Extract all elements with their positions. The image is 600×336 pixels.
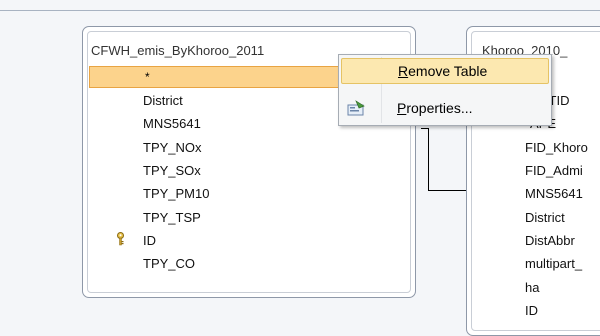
menu-item-label: Remove Table [398,63,488,79]
relationship-line-h1 [421,128,429,129]
menu-item-properties[interactable]: Properties... [341,96,549,122]
field-ha[interactable]: ha [525,280,539,295]
field-fid-admin[interactable]: FID_Admi [525,163,583,178]
field-tpy-sox[interactable]: TPY_SOx [143,163,201,178]
field-mns5641[interactable]: MNS5641 [143,116,201,131]
key-icon [117,232,124,246]
context-menu: Remove Table Properties... [338,54,552,126]
field-district[interactable]: District [525,210,565,225]
properties-icon [347,100,365,116]
field-district[interactable]: District [143,93,183,108]
field-tpy-nox[interactable]: TPY_NOx [143,140,202,155]
field-row-all[interactable] [89,66,341,88]
relationship-line-v [428,128,429,190]
table-title[interactable]: CFWH_emis_ByKhoroo_2011 [91,43,264,65]
field-all-label: * [145,70,150,84]
workspace-top-border [0,10,600,11]
menu-item-label: Properties... [397,100,473,116]
field-tpy-tsp[interactable]: TPY_TSP [143,210,201,225]
field-id[interactable]: ID [525,303,538,318]
field-tpy-pm10[interactable]: TPY_PM10 [143,186,209,201]
field-tpy-co[interactable]: TPY_CO [143,256,195,271]
field-fid-khoroo[interactable]: FID_Khoro [525,140,588,155]
field-multipart[interactable]: multipart_ [525,256,582,271]
menu-item-remove-table[interactable]: Remove Table [341,58,549,84]
field-id[interactable]: ID [143,233,156,248]
field-distabbr[interactable]: DistAbbr [525,233,575,248]
field-mns5641[interactable]: MNS5641 [525,186,583,201]
